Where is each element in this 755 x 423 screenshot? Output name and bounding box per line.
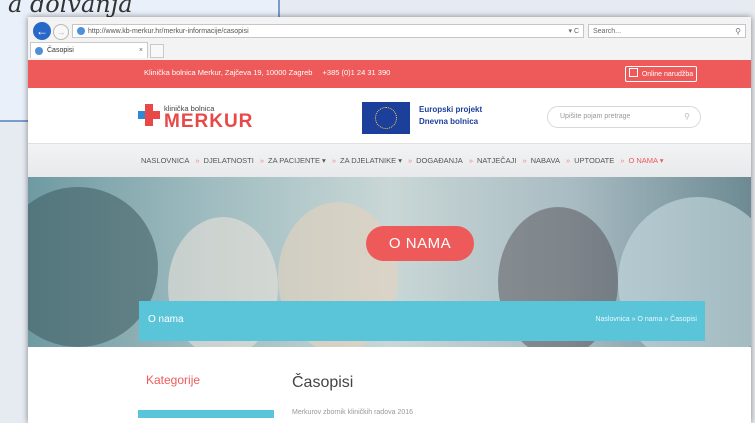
hospital-address: Klinička bolnica Merkur, Zajčeva 19, 100… bbox=[144, 68, 313, 77]
nav-item[interactable]: ZA DJELATNIKE ▾ bbox=[340, 156, 402, 165]
section-title: O nama bbox=[148, 314, 184, 325]
sidebar-category-item[interactable] bbox=[138, 410, 274, 418]
nav-separator: » bbox=[565, 156, 571, 165]
nav-separator: » bbox=[407, 156, 413, 165]
tab-close-icon[interactable]: × bbox=[139, 43, 143, 59]
eu-flag-icon[interactable] bbox=[362, 102, 410, 134]
nav-separator: » bbox=[522, 156, 527, 165]
breadcrumb-bar: O nama Naslovnica » O nama » Časopisi bbox=[139, 301, 705, 341]
nav-item[interactable]: NASLOVNICA bbox=[141, 156, 189, 165]
nav-item[interactable]: NABAVA bbox=[531, 156, 560, 165]
refresh-icon[interactable]: ▾ C bbox=[568, 25, 579, 39]
breadcrumb[interactable]: Naslovnica » O nama » Časopisi bbox=[595, 316, 697, 323]
nav-item[interactable]: DOGAĐANJA bbox=[416, 156, 463, 165]
address-url: http://www.kb-merkur.hr/merkur-informaci… bbox=[88, 28, 249, 35]
nav-separator: » bbox=[620, 156, 625, 165]
sidebar-categories-title: Kategorije bbox=[146, 373, 201, 387]
nav-separator: » bbox=[468, 156, 473, 165]
tab-label: Časopisi bbox=[47, 47, 74, 54]
address-bar[interactable]: http://www.kb-merkur.hr/merkur-informaci… bbox=[72, 24, 584, 38]
browser-search-placeholder: Search... bbox=[593, 28, 622, 35]
hero-title-pill: O NAMA bbox=[366, 226, 474, 261]
site-favicon-icon bbox=[77, 27, 85, 36]
forward-button[interactable]: → bbox=[53, 24, 69, 40]
online-booking-button[interactable]: Online narudžba bbox=[625, 66, 697, 82]
online-booking-label: Online narudžba bbox=[641, 71, 694, 78]
site-search-placeholder: Upišite pojam pretrage bbox=[560, 113, 631, 120]
nav-items: NASLOVNICA » DJELATNOSTI » ZA PACIJENTE ▾ » ZA… bbox=[141, 156, 665, 165]
main-nav: NASLOVNICA » DJELATNOSTI » ZA PACIJENTE ▾ » ZA… bbox=[28, 143, 751, 178]
nav-item[interactable]: ZA PACIJENTE ▾ bbox=[268, 156, 326, 165]
nav-item[interactable]: DJELATNOSTI bbox=[204, 156, 254, 165]
eu-project-link[interactable]: Europski projekt Dnevna bolnica bbox=[419, 104, 482, 128]
calendar-icon bbox=[628, 68, 638, 77]
nav-item[interactable]: O NAMA ▾ bbox=[628, 156, 663, 165]
phone-number[interactable]: +385 (0)1 24 31 390 bbox=[323, 68, 391, 77]
browser-tab[interactable]: Časopisi × bbox=[30, 42, 148, 58]
site-header: klinička bolnica MERKUR Europski projekt… bbox=[28, 88, 751, 143]
back-button[interactable]: ← bbox=[33, 22, 51, 40]
journal-link[interactable]: Merkurov zbornik kliničkih radova 2016 bbox=[292, 409, 413, 416]
eu-project-title: Europski projekt bbox=[419, 105, 483, 114]
search-icon[interactable]: ⚲ bbox=[684, 107, 690, 127]
site-search-input[interactable]: Upišite pojam pretrage ⚲ bbox=[547, 106, 701, 128]
nav-item[interactable]: NATJEČAJI bbox=[477, 156, 516, 165]
nav-separator: » bbox=[259, 156, 264, 165]
new-tab-button[interactable] bbox=[150, 44, 164, 58]
browser-search-input[interactable]: Search... ⚲ bbox=[588, 24, 746, 38]
page-title: Časopisi bbox=[292, 374, 354, 391]
search-icon[interactable]: ⚲ bbox=[735, 25, 741, 39]
browser-chrome: ← → http://www.kb-merkur.hr/merkur-infor… bbox=[28, 17, 751, 61]
top-info-bar: Klinička bolnica Merkur, Zajčeva 19, 100… bbox=[28, 60, 751, 88]
page-content: Kategorije Časopisi Merkurov zbornik kli… bbox=[28, 347, 751, 423]
cross-logo-icon bbox=[138, 104, 160, 126]
eu-project-subtitle: Dnevna bolnica bbox=[419, 117, 479, 126]
slide-title: a dolvanja bbox=[8, 0, 133, 18]
nav-separator: » bbox=[331, 156, 336, 165]
logo-wordmark: MERKUR bbox=[164, 111, 254, 132]
tab-favicon-icon bbox=[35, 47, 43, 55]
browser-screenshot: ← → http://www.kb-merkur.hr/merkur-infor… bbox=[28, 17, 751, 423]
nav-separator: » bbox=[195, 156, 200, 165]
hero-banner: O NAMA O nama Naslovnica » O nama » Časo… bbox=[28, 177, 751, 347]
nav-item[interactable]: UPTODATE bbox=[574, 156, 614, 165]
contact-info: Klinička bolnica Merkur, Zajčeva 19, 100… bbox=[144, 68, 390, 77]
